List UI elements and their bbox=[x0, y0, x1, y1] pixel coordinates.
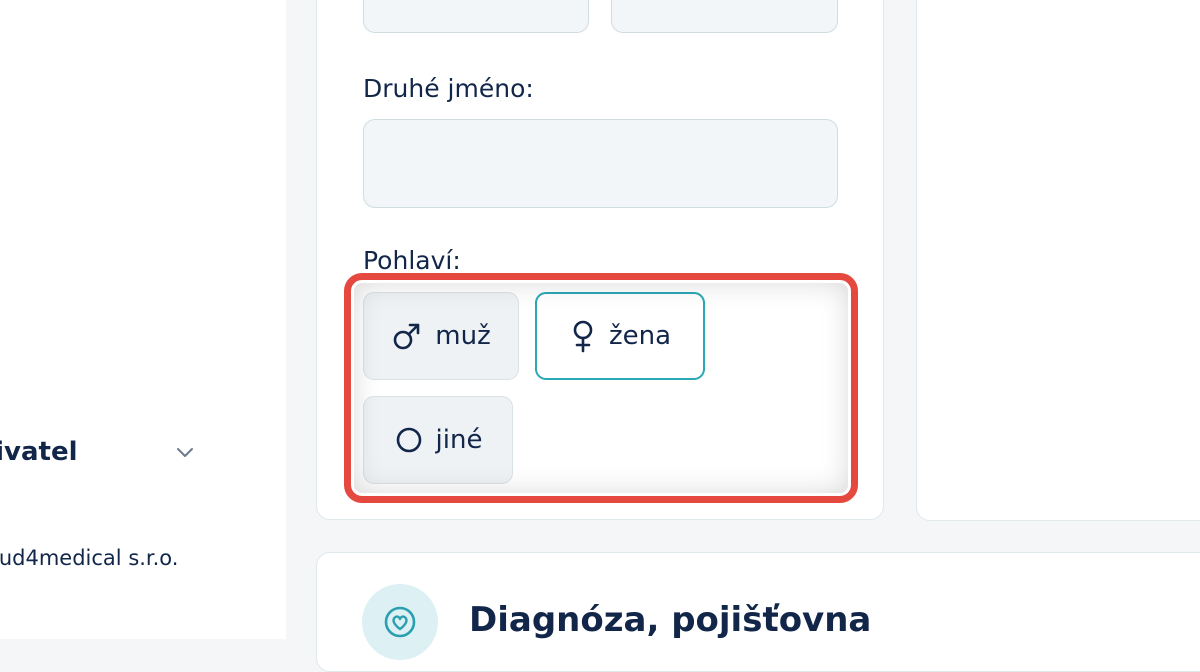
section-title: Diagnóza, pojišťovna bbox=[469, 600, 872, 640]
circle-icon bbox=[396, 427, 421, 453]
gender-option-other[interactable]: jiné bbox=[363, 396, 513, 484]
heart-icon bbox=[362, 584, 438, 660]
sidebar: živatel oud4medical s.r.o. bbox=[0, 0, 286, 639]
gender-option-female[interactable]: žena bbox=[535, 292, 705, 380]
male-icon bbox=[393, 323, 420, 350]
user-menu-label: živatel bbox=[0, 437, 78, 467]
gender-option-male[interactable]: muž bbox=[363, 292, 519, 380]
gender-option-label: žena bbox=[608, 321, 672, 351]
company-name: oud4medical s.r.o. bbox=[0, 546, 179, 570]
user-menu[interactable]: živatel bbox=[0, 432, 210, 472]
gender-option-label: jiné bbox=[435, 425, 483, 455]
last-name-field[interactable] bbox=[611, 0, 838, 33]
middle-name-label: Druhé jméno: bbox=[363, 74, 534, 103]
side-card bbox=[916, 0, 1200, 521]
female-icon bbox=[573, 320, 593, 353]
first-name-field[interactable] bbox=[363, 0, 589, 33]
gender-option-label: muž bbox=[435, 321, 491, 351]
gender-label: Pohlaví: bbox=[363, 246, 461, 275]
chevron-down-icon bbox=[177, 448, 193, 457]
middle-name-field[interactable] bbox=[363, 119, 838, 208]
